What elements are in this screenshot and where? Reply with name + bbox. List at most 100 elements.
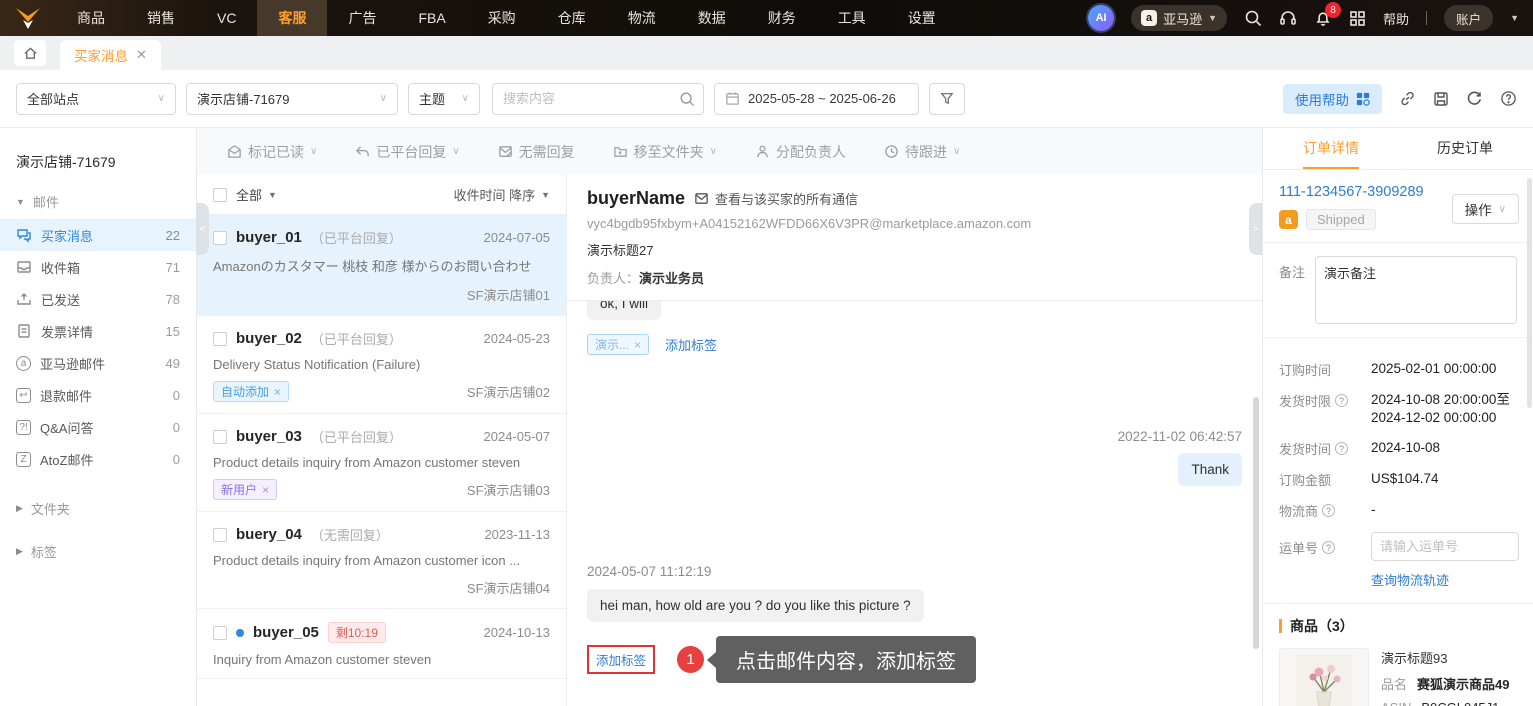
- waybill-input[interactable]: [1371, 532, 1519, 562]
- sidebar-item-sent[interactable]: 已发送 78: [0, 283, 196, 315]
- message-bubble[interactable]: ok, I will: [587, 301, 662, 320]
- remove-tag-icon[interactable]: ×: [262, 483, 269, 497]
- nav-item-ads[interactable]: 广告: [327, 0, 397, 36]
- collapse-list-handle[interactable]: <: [196, 203, 209, 255]
- home-button[interactable]: [14, 40, 46, 66]
- tab-buyer-messages[interactable]: 买家消息 ✕: [60, 40, 161, 70]
- scrollbar-thumb[interactable]: [1253, 397, 1259, 649]
- nav-item-settings[interactable]: 设置: [887, 0, 957, 36]
- mail-sidebar: 演示店铺-71679 ▼ 邮件 买家消息 22 收件箱 71 已发送 78 发票…: [0, 128, 197, 706]
- nav-item-products[interactable]: 商品: [56, 0, 126, 36]
- nav-item-sales[interactable]: 销售: [126, 0, 196, 36]
- help-circle-icon[interactable]: ?: [1322, 504, 1336, 518]
- sidebar-item-buyer-messages[interactable]: 买家消息 22: [0, 219, 196, 251]
- mail-tag[interactable]: 演示... ×: [587, 334, 650, 355]
- tab-order-details[interactable]: 订单详情: [1303, 128, 1359, 169]
- copy-link-icon[interactable]: [1399, 90, 1416, 107]
- add-tag-link-highlighted[interactable]: 添加标签: [587, 645, 656, 674]
- caret-down-icon[interactable]: ▼: [1510, 13, 1519, 23]
- nav-item-finance[interactable]: 财务: [747, 0, 817, 36]
- sidebar-item-inbox[interactable]: 收件箱 71: [0, 251, 196, 283]
- app-logo-icon[interactable]: [0, 0, 56, 36]
- search-icon[interactable]: [679, 91, 695, 107]
- sidebar-item-refund-mail[interactable]: ↩ 退款邮件 0: [0, 379, 196, 411]
- no-reply-needed-button[interactable]: 无需回复: [498, 142, 575, 162]
- message-bubble[interactable]: hei man, how old are you ? do you like t…: [587, 589, 924, 622]
- row-checkbox[interactable]: [213, 625, 227, 640]
- sort-dropdown[interactable]: 收件时间 降序 ▼: [453, 185, 550, 204]
- platform-replied-button[interactable]: 已平台回复 ∨: [355, 142, 460, 162]
- scrollbar-thumb[interactable]: [1527, 178, 1532, 408]
- add-tag-link[interactable]: 添加标签: [665, 335, 717, 354]
- chat-body[interactable]: ok, I will 演示... × 添加标签 2022-11-02 06:42:…: [567, 301, 1262, 706]
- refresh-icon[interactable]: [1466, 90, 1483, 107]
- list-item[interactable]: buyer_01 （已平台回复） 2024-07-05 Amazonのカスタマー…: [197, 215, 566, 316]
- message-bubble[interactable]: Thank: [1178, 453, 1242, 486]
- help-link[interactable]: 帮助: [1383, 9, 1409, 28]
- shop-select[interactable]: 演示店铺-71679 ∨: [186, 82, 398, 115]
- mail-tag[interactable]: 新用户 ×: [213, 479, 278, 500]
- search-input[interactable]: [503, 91, 679, 106]
- site-select[interactable]: 全部站点 ∨: [16, 82, 176, 115]
- remove-tag-icon[interactable]: ×: [634, 338, 641, 352]
- sidebar-item-invoice[interactable]: 发票详情 15: [0, 315, 196, 347]
- help-circle-icon[interactable]: ?: [1335, 394, 1349, 407]
- order-note-textarea[interactable]: 演示备注: [1315, 256, 1517, 324]
- ai-assistant-button[interactable]: AI: [1088, 5, 1115, 31]
- list-item[interactable]: buery_04 （无需回复） 2023-11-13 Product detai…: [197, 512, 566, 609]
- date-range-picker[interactable]: 2025-05-28 ~ 2025-06-26: [714, 82, 919, 115]
- nav-item-vc[interactable]: VC: [196, 0, 257, 36]
- move-to-folder-button[interactable]: 移至文件夹 ∨: [613, 142, 717, 162]
- search-icon[interactable]: [1244, 9, 1262, 27]
- help-circle-icon[interactable]: ?: [1322, 541, 1336, 555]
- nav-item-purchasing[interactable]: 采购: [467, 0, 537, 36]
- mark-read-button[interactable]: 标记已读 ∨: [227, 142, 317, 162]
- view-all-messages-link[interactable]: 查看与该买家的所有通信: [694, 189, 858, 208]
- track-logistics-link[interactable]: 查询物流轨迹: [1371, 570, 1517, 589]
- list-scroll-area[interactable]: buyer_01 （已平台回复） 2024-07-05 Amazonのカスタマー…: [197, 215, 566, 706]
- product-image[interactable]: [1279, 648, 1369, 706]
- row-checkbox[interactable]: [213, 230, 227, 245]
- help-circle-icon[interactable]: [1500, 90, 1517, 107]
- mail-tag[interactable]: 自动添加 ×: [213, 381, 290, 402]
- nav-item-tools[interactable]: 工具: [817, 0, 887, 36]
- sidebar-item-atoz[interactable]: Z AtoZ邮件 0: [0, 443, 196, 475]
- select-all-checkbox[interactable]: [213, 187, 227, 202]
- support-headset-icon[interactable]: [1279, 9, 1297, 27]
- select-all-dropdown[interactable]: 全部 ▼: [236, 185, 277, 204]
- mail-group-toggle[interactable]: ▼ 邮件: [0, 176, 196, 219]
- advanced-filter-button[interactable]: [929, 82, 965, 115]
- close-icon[interactable]: ✕: [136, 47, 147, 63]
- remove-tag-icon[interactable]: ×: [274, 385, 281, 399]
- sidebar-item-amazon-mail[interactable]: a 亚马逊邮件 49: [0, 347, 196, 379]
- caret-down-icon: ∨: [452, 146, 460, 157]
- order-actions-button[interactable]: 操作 ∨: [1451, 194, 1519, 224]
- save-view-icon[interactable]: [1433, 91, 1449, 107]
- marketplace-switcher[interactable]: a 亚马逊 ▼: [1131, 5, 1228, 31]
- nav-item-fba[interactable]: FBA: [397, 0, 466, 36]
- help-circle-icon[interactable]: ?: [1335, 442, 1349, 456]
- list-item[interactable]: buyer_05 剩10:19 2024-10-13 Inquiry from …: [197, 609, 566, 679]
- notifications-bell-icon[interactable]: 8: [1314, 2, 1342, 27]
- account-button[interactable]: 账户: [1444, 5, 1494, 31]
- sidebar-item-qa[interactable]: ?! Q&A问答 0: [0, 411, 196, 443]
- row-checkbox[interactable]: [213, 429, 227, 444]
- list-item[interactable]: buyer_03 （已平台回复） 2024-05-07 Product deta…: [197, 414, 566, 512]
- row-checkbox[interactable]: [213, 331, 227, 346]
- apps-grid-icon[interactable]: [1349, 10, 1366, 27]
- list-item[interactable]: buyer_02 （已平台回复） 2024-05-23 Delivery Sta…: [197, 316, 566, 414]
- tags-group-toggle[interactable]: ▶ 标签: [0, 526, 196, 569]
- nav-item-warehouse[interactable]: 仓库: [537, 0, 607, 36]
- tab-order-history[interactable]: 历史订单: [1437, 128, 1493, 169]
- product-asin-link[interactable]: B0CGL045J1: [1421, 700, 1499, 706]
- usage-help-button[interactable]: 使用帮助: [1283, 83, 1382, 114]
- nav-item-data[interactable]: 数据: [677, 0, 747, 36]
- follow-up-button[interactable]: 待跟进 ∨: [884, 142, 960, 162]
- folders-group-toggle[interactable]: ▶ 文件夹: [0, 483, 196, 526]
- row-checkbox[interactable]: [213, 527, 227, 542]
- nav-item-customer-service[interactable]: 客服: [257, 0, 328, 36]
- subject-select[interactable]: 主题 ∨: [408, 82, 480, 115]
- nav-item-logistics[interactable]: 物流: [607, 0, 677, 36]
- assign-owner-button[interactable]: 分配负责人: [755, 142, 846, 162]
- collapse-panel-handle[interactable]: >: [1249, 203, 1262, 255]
